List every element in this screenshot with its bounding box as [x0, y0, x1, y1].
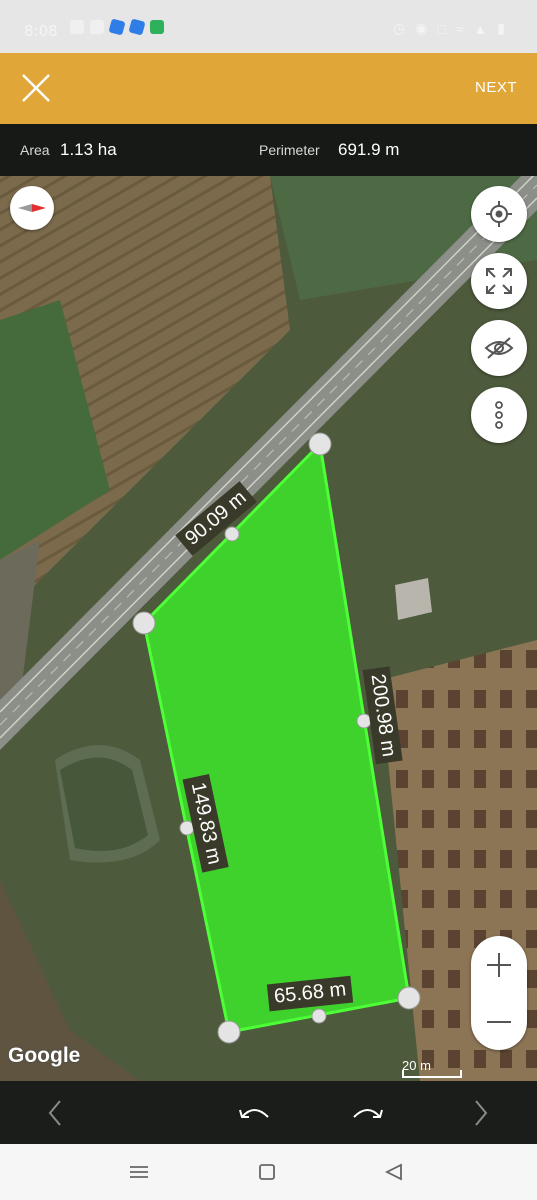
status-time: 8:08: [24, 22, 58, 40]
scale-bar: 20 m: [402, 1058, 462, 1078]
minus-icon: [487, 1020, 511, 1023]
plus-icon: [487, 952, 511, 977]
back-button[interactable]: [384, 1162, 404, 1182]
zoom-out-button[interactable]: [471, 993, 527, 1050]
wifi-icon: ≈: [455, 20, 464, 37]
map-attribution: Google: [8, 1044, 81, 1067]
compass-button[interactable]: [10, 186, 54, 230]
redo-button[interactable]: [350, 1097, 386, 1129]
mail-icon: [90, 20, 104, 34]
my-location-icon: [486, 201, 512, 227]
top-toolbar: NEXT: [0, 53, 537, 124]
battery-icon: ▮: [497, 20, 505, 36]
redo-icon: [353, 1109, 383, 1118]
close-icon: [22, 74, 50, 102]
alarm-icon: ◷: [392, 20, 406, 36]
home-square-icon: [259, 1164, 275, 1180]
system-nav-bar: [0, 1144, 537, 1200]
satellite-map[interactable]: [0, 176, 537, 1081]
message-icon: [70, 20, 84, 34]
vibrate-icon: □: [437, 20, 446, 37]
notification-icons: [70, 18, 164, 36]
menu-icon: [130, 1166, 148, 1178]
previous-button[interactable]: [40, 1097, 72, 1129]
close-button[interactable]: [18, 70, 54, 106]
scale-line: [402, 1070, 462, 1078]
undo-icon: [239, 1109, 269, 1118]
app-icon: [150, 20, 164, 34]
next-step-button[interactable]: [464, 1097, 496, 1129]
recents-button[interactable]: [128, 1162, 150, 1182]
app-icon: [108, 18, 126, 36]
undo-button[interactable]: [236, 1097, 272, 1129]
app-icon: [128, 18, 146, 36]
my-location-button[interactable]: [471, 186, 527, 242]
signal-icon: ▲: [473, 20, 488, 37]
more-options-button[interactable]: [471, 387, 527, 443]
map-imagery: [0, 176, 537, 1081]
system-icons: ◷ ◉ □ ≈ ▲ ▮: [393, 20, 505, 37]
chevron-left-icon: [48, 1100, 61, 1126]
compass-icon: [18, 204, 46, 212]
next-button[interactable]: NEXT: [475, 79, 517, 96]
perimeter-label: Perimeter: [259, 142, 320, 158]
fit-bounds-button[interactable]: [471, 253, 527, 309]
fit-bounds-icon: [486, 268, 512, 294]
bottom-action-bar: [0, 1081, 537, 1144]
chevron-right-icon: [475, 1100, 488, 1126]
location-icon: ◉: [415, 20, 428, 36]
perimeter-value: 691.9 m: [338, 140, 400, 159]
measurement-bar: Area 1.13 ha Perimeter 691.9 m: [0, 124, 537, 176]
back-triangle-icon: [384, 1163, 402, 1181]
eye-off-icon: [484, 337, 514, 359]
home-button[interactable]: [258, 1163, 276, 1181]
visibility-toggle-button[interactable]: [471, 320, 527, 376]
status-bar: 8:08 ◷ ◉ □ ≈ ▲ ▮: [0, 0, 537, 53]
zoom-in-button[interactable]: [471, 936, 527, 993]
area-value: 1.13 ha: [60, 140, 117, 159]
more-vertical-icon: [495, 401, 503, 429]
zoom-control: [471, 936, 527, 1050]
area-label: Area: [20, 142, 50, 158]
